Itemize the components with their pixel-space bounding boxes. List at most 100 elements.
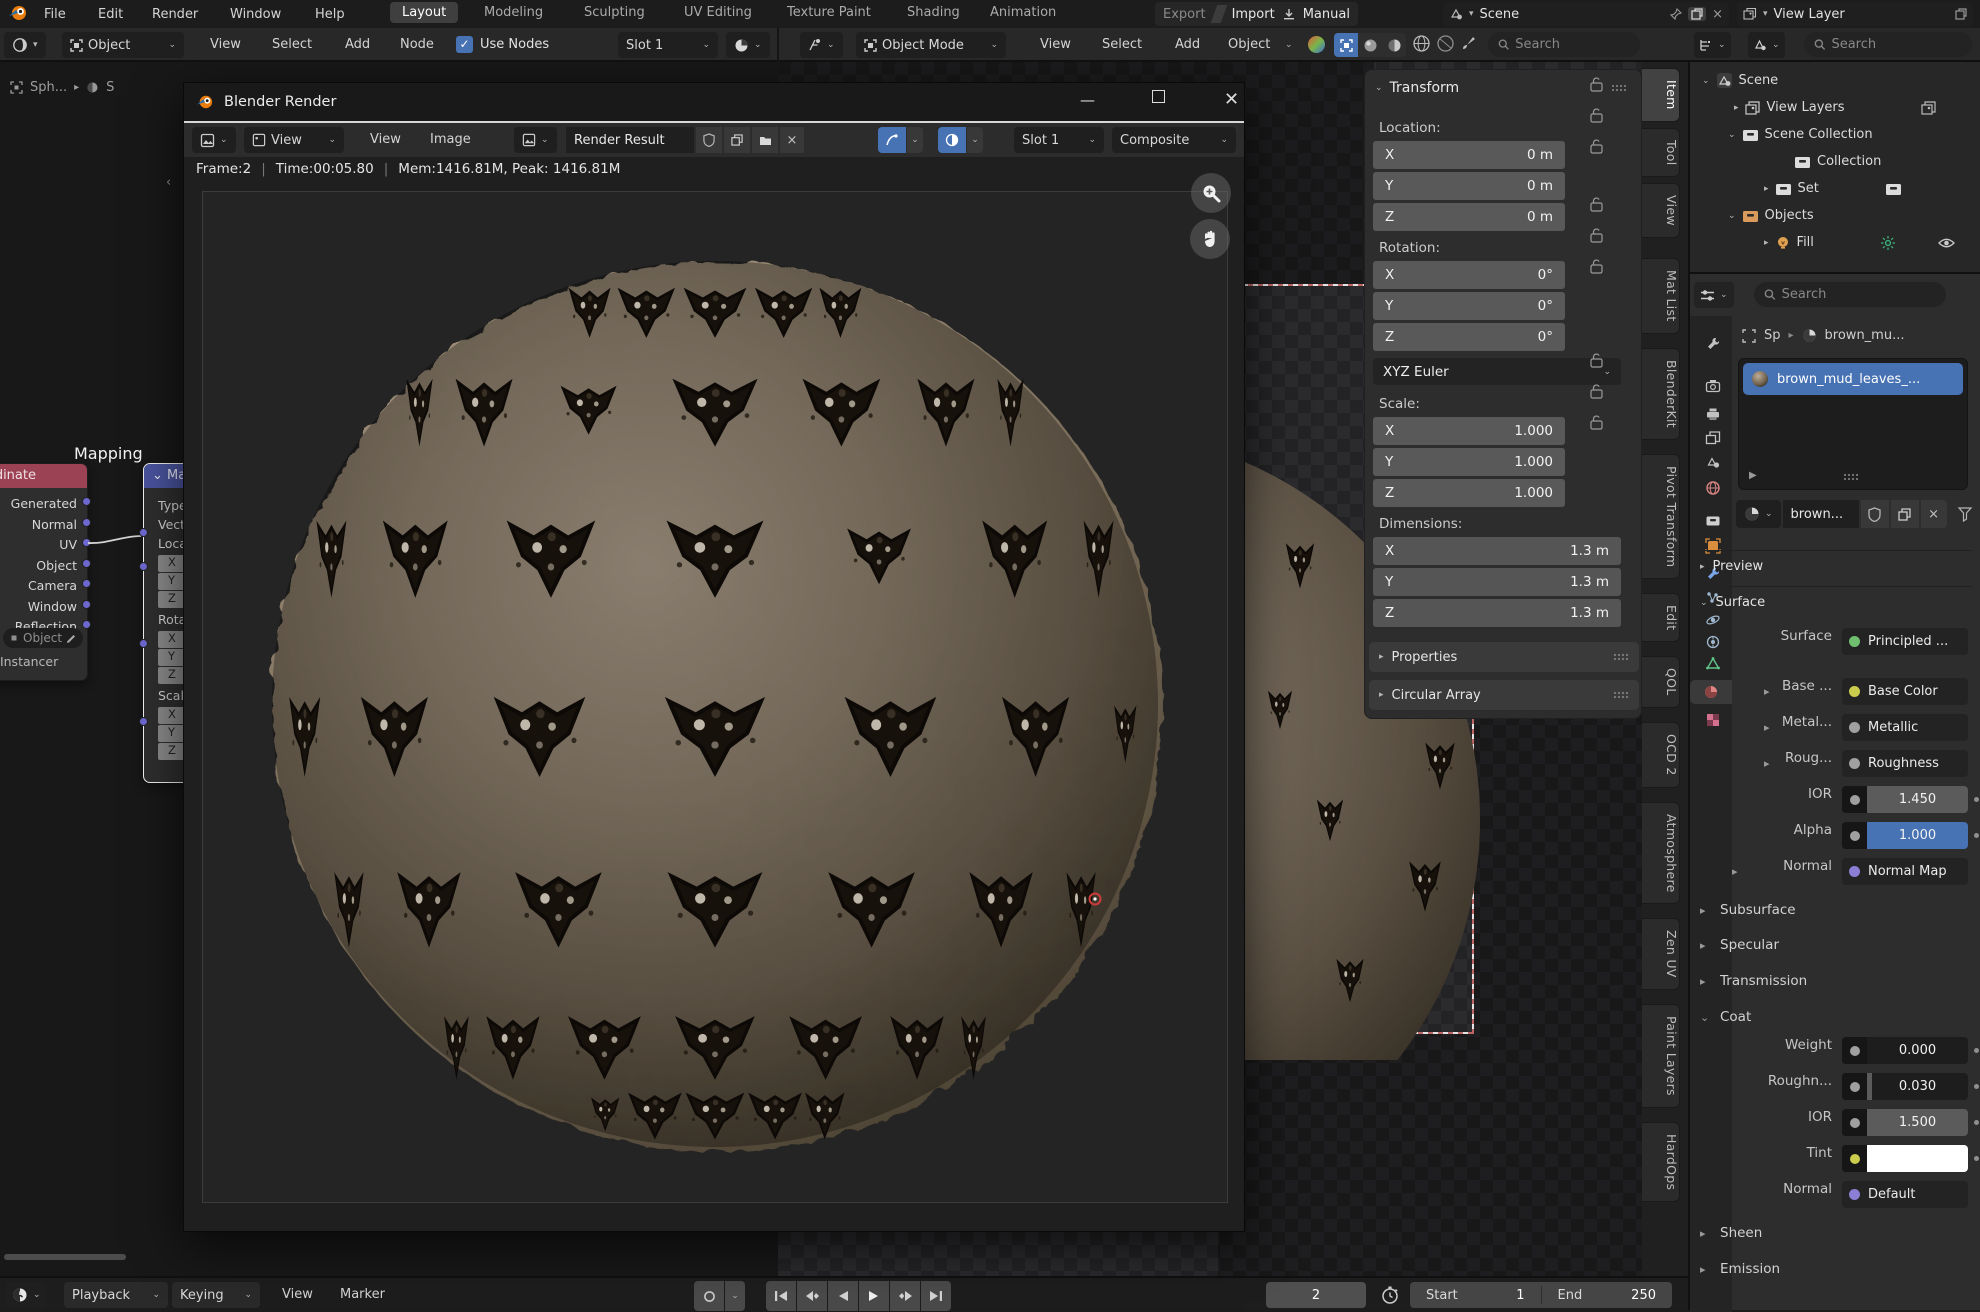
viewport-menu-chevron[interactable]: ⌄ bbox=[1285, 40, 1293, 50]
zoom-gizmo-button[interactable] bbox=[1191, 173, 1231, 213]
timeline-menu-view[interactable]: View bbox=[272, 1287, 323, 1302]
scale-z-field[interactable]: Z1.000 bbox=[1373, 479, 1565, 507]
shader-menu-view[interactable]: View bbox=[200, 37, 251, 52]
normal-input[interactable]: Normal Map bbox=[1842, 858, 1968, 885]
properties-tab-collection[interactable] bbox=[1694, 508, 1732, 532]
outliner-row-objects[interactable]: ⌄ Objects bbox=[1728, 202, 1814, 229]
ior-slider[interactable]: 1.450 bbox=[1842, 786, 1968, 813]
scale-y-field[interactable]: Y1.000 bbox=[1373, 448, 1565, 476]
menu-file[interactable]: File bbox=[34, 7, 76, 22]
outliner-search[interactable] bbox=[1804, 32, 1972, 57]
view-layers-badge-icon[interactable] bbox=[1921, 100, 1937, 116]
previous-keyframe-button[interactable] bbox=[797, 1281, 827, 1311]
location-x-field[interactable]: X0 m bbox=[1373, 141, 1565, 169]
emission-section[interactable]: ▸Emission bbox=[1690, 1255, 1980, 1285]
view-transform-button[interactable] bbox=[878, 127, 906, 153]
coat-section-header[interactable]: ⌄Coat bbox=[1690, 1003, 1980, 1033]
rotation-y-field[interactable]: Y0° bbox=[1373, 292, 1565, 320]
lock-icons-column[interactable] bbox=[1588, 69, 1608, 549]
display-channels-button[interactable] bbox=[938, 127, 966, 153]
workspace-tab-animation[interactable]: Animation bbox=[978, 2, 1068, 23]
base-color-input[interactable]: Base Color bbox=[1842, 678, 1968, 705]
use-nodes-label[interactable]: Use Nodes bbox=[480, 37, 549, 52]
shader-editor-type-button[interactable]: ▾ bbox=[4, 32, 46, 58]
material-datablock-dropdown[interactable]: ⌄ bbox=[726, 32, 770, 58]
outliner-row-scene[interactable]: ⌄ Scene bbox=[1702, 67, 1778, 94]
properties-tab-view-layer[interactable] bbox=[1694, 426, 1732, 450]
play-reverse-button[interactable] bbox=[828, 1281, 858, 1311]
subsurface-section[interactable]: ▸Subsurface bbox=[1690, 896, 1980, 926]
shader-menu-select[interactable]: Select bbox=[262, 37, 322, 52]
tab-item[interactable]: Item bbox=[1642, 68, 1680, 122]
tab-zen-uv[interactable]: Zen UV bbox=[1642, 918, 1680, 990]
tab-paint-layers[interactable]: Paint Layers bbox=[1642, 1004, 1680, 1108]
workspace-tab-modeling[interactable]: Modeling bbox=[472, 2, 555, 23]
menu-window[interactable]: Window bbox=[220, 7, 291, 22]
view-transform-chevron[interactable]: ⌄ bbox=[907, 127, 923, 153]
object-eyedropper-field[interactable]: Object bbox=[3, 628, 83, 648]
render-window-titlebar[interactable]: Blender Render — ✕ bbox=[184, 83, 1244, 121]
socket-mapping-vector[interactable] bbox=[139, 528, 148, 537]
jump-to-end-button[interactable] bbox=[921, 1281, 951, 1311]
render-slot-dropdown[interactable]: Slot 1⌄ bbox=[1014, 127, 1104, 153]
rotation-mode-dropdown[interactable]: XYZ Euler⌄ bbox=[1373, 358, 1621, 385]
copy-view-layer-icon[interactable] bbox=[1955, 8, 1967, 20]
sheen-section[interactable]: ▸Sheen bbox=[1690, 1219, 1980, 1249]
set-collection-badge-icon[interactable] bbox=[1885, 181, 1902, 196]
material-name-field[interactable]: brown... bbox=[1783, 500, 1859, 528]
rotation-x-field[interactable]: X0° bbox=[1373, 261, 1565, 289]
playback-dropdown[interactable]: Playback⌄ bbox=[64, 1282, 168, 1308]
current-frame-field[interactable]: 2 bbox=[1266, 1282, 1366, 1308]
matcap-preview-icon[interactable] bbox=[1306, 34, 1327, 55]
viewport-menu-select[interactable]: Select bbox=[1092, 37, 1152, 52]
viewport-mode-dropdown[interactable]: Object Mode⌄ bbox=[856, 32, 1006, 58]
panel-grip[interactable] bbox=[1613, 691, 1629, 699]
unlink-scene-button[interactable]: × bbox=[1712, 7, 1723, 22]
manual-button[interactable]: Manual bbox=[1303, 7, 1350, 22]
dimensions-z-field[interactable]: Z1.3 m bbox=[1373, 599, 1621, 627]
menu-render[interactable]: Render bbox=[142, 7, 208, 22]
outliner-row-view-layers[interactable]: ▸ View Layers bbox=[1734, 94, 1937, 121]
export-button[interactable]: Export bbox=[1163, 7, 1206, 22]
shader-menu-node[interactable]: Node bbox=[390, 37, 444, 52]
viewport-search[interactable] bbox=[1488, 32, 1640, 57]
location-z-field[interactable]: Z0 m bbox=[1373, 203, 1565, 231]
properties-editor-type-button[interactable]: ⌄ bbox=[1694, 282, 1734, 308]
circular-array-panel-header[interactable]: ▸Circular Array bbox=[1369, 680, 1639, 710]
breadcrumb-object-name[interactable]: Sp bbox=[1764, 328, 1781, 343]
menu-edit[interactable]: Edit bbox=[88, 7, 133, 22]
image-view-mode-dropdown[interactable]: View⌄ bbox=[244, 127, 344, 153]
copy-image-button[interactable] bbox=[724, 127, 750, 153]
light-data-icon[interactable] bbox=[1880, 235, 1896, 251]
auto-keying-chevron[interactable]: ⌄ bbox=[725, 1281, 745, 1311]
scene-name[interactable]: Scene bbox=[1480, 7, 1665, 22]
breadcrumb-material[interactable]: S bbox=[106, 80, 120, 95]
properties-tab-tool[interactable] bbox=[1694, 332, 1732, 356]
workspace-tab-sculpting[interactable]: Sculpting bbox=[572, 2, 657, 23]
close-button[interactable]: ✕ bbox=[1224, 89, 1239, 110]
coat-weight-slider[interactable]: 0.000 bbox=[1842, 1037, 1968, 1064]
alpha-slider[interactable]: 1.000 bbox=[1842, 822, 1968, 849]
import-button[interactable]: Import bbox=[1232, 7, 1275, 22]
minimize-button[interactable]: — bbox=[1080, 91, 1095, 109]
shader-menu-add[interactable]: Add bbox=[335, 37, 380, 52]
roughness-input[interactable]: Roughness bbox=[1842, 750, 1968, 777]
coat-roughness-slider[interactable]: 0.030 bbox=[1842, 1073, 1968, 1100]
fake-user-button[interactable] bbox=[696, 127, 722, 153]
surface-shader-dropdown[interactable]: Principled ... bbox=[1842, 628, 1968, 655]
copy-material-button[interactable] bbox=[1891, 500, 1919, 528]
image-editor-type-button[interactable]: ⌄ bbox=[192, 127, 236, 153]
end-frame-field[interactable]: End250 bbox=[1542, 1288, 1673, 1303]
menu-help[interactable]: Help bbox=[305, 7, 355, 22]
properties-tab-render[interactable] bbox=[1694, 374, 1732, 398]
coat-normal-input[interactable]: Default bbox=[1842, 1181, 1968, 1208]
properties-tab-output[interactable] bbox=[1694, 402, 1732, 426]
unlink-material-button[interactable]: × bbox=[1921, 500, 1947, 528]
horizontal-scrollbar[interactable] bbox=[4, 1254, 126, 1260]
outliner-row-fill[interactable]: ▸ Fill bbox=[1764, 229, 1955, 256]
auto-keying-button[interactable] bbox=[694, 1281, 724, 1311]
surface-panel-header[interactable]: ⌄Surface bbox=[1700, 586, 1972, 610]
gizmo-globe-icon[interactable] bbox=[1436, 34, 1455, 53]
tab-qol[interactable]: QOL bbox=[1642, 656, 1680, 708]
annotate-tool-button[interactable]: ⌄ bbox=[800, 32, 843, 58]
